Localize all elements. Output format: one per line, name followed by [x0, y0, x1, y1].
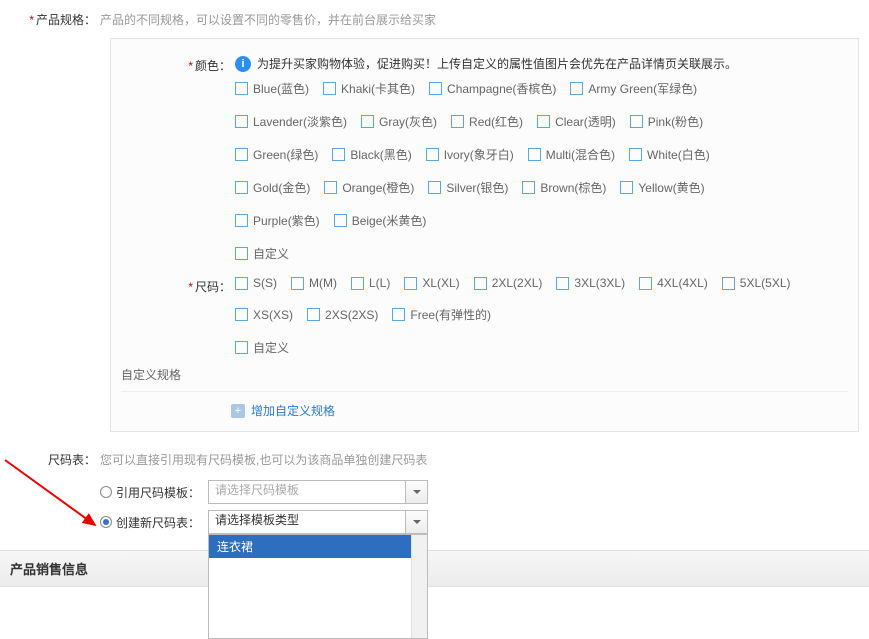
size-table-label: 尺码表：: [0, 450, 100, 470]
color-option[interactable]: Champagne(香槟色): [429, 80, 556, 97]
size-option[interactable]: 5XL(5XL): [722, 276, 791, 290]
size-options: S(S) M(M) L(L) XL(XL) 2XL(2XL) 3XL(3XL) …: [235, 276, 848, 356]
size-option[interactable]: XS(XS): [235, 306, 293, 323]
type-dropdown: 连衣裙: [208, 534, 428, 639]
template-input[interactable]: 请选择尺码模板: [208, 480, 406, 504]
add-custom-spec-link[interactable]: 增加自定义规格: [251, 402, 335, 419]
color-option[interactable]: Ivory(象牙白): [426, 146, 514, 163]
dropdown-item[interactable]: 连衣裙: [209, 535, 427, 558]
color-option[interactable]: Clear(透明): [537, 113, 616, 130]
type-input[interactable]: 请选择模板类型: [208, 510, 406, 534]
size-option[interactable]: 3XL(3XL): [556, 276, 625, 290]
size-option[interactable]: 4XL(4XL): [639, 276, 708, 290]
color-option[interactable]: Brown(棕色): [522, 179, 606, 196]
size-option[interactable]: S(S): [235, 276, 277, 290]
color-label: *颜色：: [121, 55, 231, 77]
info-icon: i: [235, 56, 251, 72]
use-template-label: 引用尺码模板：: [116, 484, 208, 501]
color-option[interactable]: Green(绿色): [235, 146, 318, 163]
color-option[interactable]: Gray(灰色): [361, 113, 437, 130]
color-option[interactable]: Yellow(黄色): [620, 179, 704, 196]
product-spec-desc: 产品的不同规格，可以设置不同的零售价，并在前台展示给买家: [100, 10, 436, 30]
plus-icon: +: [231, 404, 245, 418]
size-option[interactable]: Free(有弹性的): [392, 306, 491, 323]
scrollbar[interactable]: [411, 535, 427, 638]
size-option[interactable]: 2XS(2XS): [307, 306, 378, 323]
color-option[interactable]: Beige(米黄色): [334, 212, 427, 229]
size-option[interactable]: 2XL(2XL): [474, 276, 543, 290]
color-option[interactable]: Lavender(淡紫色): [235, 113, 347, 130]
color-option[interactable]: Army Green(军绿色): [570, 80, 697, 97]
size-option-custom[interactable]: 自定义: [235, 339, 289, 356]
color-option[interactable]: Gold(金色): [235, 179, 310, 196]
use-template-radio[interactable]: [100, 486, 112, 498]
type-combo[interactable]: 请选择模板类型 连衣裙: [208, 510, 428, 534]
template-combo[interactable]: 请选择尺码模板: [208, 480, 428, 504]
size-label: *尺码：: [121, 276, 231, 298]
color-option[interactable]: Purple(紫色): [235, 212, 320, 229]
color-option[interactable]: Khaki(卡其色): [323, 80, 415, 97]
color-option[interactable]: White(白色): [629, 146, 710, 163]
divider: [121, 391, 848, 392]
size-table-desc: 您可以直接引用现有尺码模板,也可以为该商品单独创建尺码表: [100, 450, 869, 470]
color-option[interactable]: Silver(银色): [428, 179, 508, 196]
color-options: Blue(蓝色) Khaki(卡其色) Champagne(香槟色) Army …: [235, 80, 848, 262]
color-option-custom[interactable]: 自定义: [235, 245, 289, 262]
size-option[interactable]: XL(XL): [404, 276, 459, 290]
color-option[interactable]: Multi(混合色): [528, 146, 615, 163]
color-option[interactable]: Pink(粉色): [630, 113, 703, 130]
chevron-down-icon[interactable]: [406, 510, 428, 534]
color-info: i 为提升买家购物体验，促进购买！上传自定义的属性值图片会优先在产品详情页关联展…: [235, 55, 848, 72]
color-option[interactable]: Blue(蓝色): [235, 80, 309, 97]
sales-info-header: 产品销售信息: [0, 550, 869, 587]
product-spec-label: *产品规格：: [0, 10, 100, 30]
create-new-label: 创建新尺码表：: [116, 514, 208, 531]
chevron-down-icon[interactable]: [406, 480, 428, 504]
color-option[interactable]: Red(红色): [451, 113, 523, 130]
spec-box: *颜色： i 为提升买家购物体验，促进购买！上传自定义的属性值图片会优先在产品详…: [110, 38, 859, 432]
color-option[interactable]: Orange(橙色): [324, 179, 414, 196]
color-option[interactable]: Black(黑色): [332, 146, 411, 163]
size-option[interactable]: L(L): [351, 276, 390, 290]
size-option[interactable]: M(M): [291, 276, 337, 290]
custom-spec-label: 自定义规格: [121, 366, 848, 383]
create-new-radio[interactable]: [100, 516, 112, 528]
